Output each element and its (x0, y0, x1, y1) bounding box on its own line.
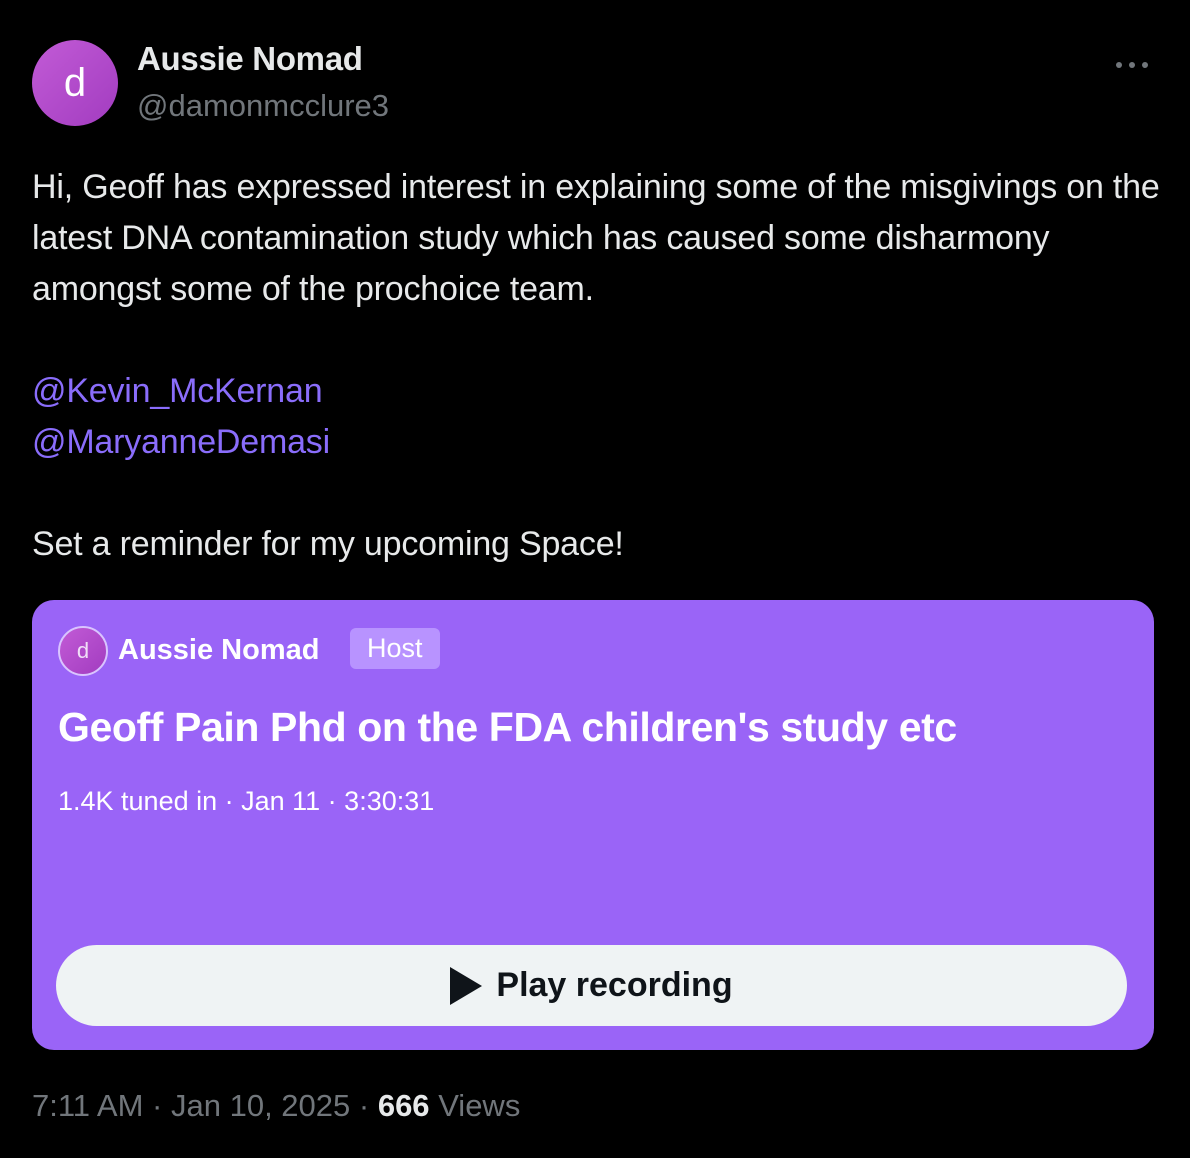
tweet: d Aussie Nomad @damonmcclure3 Hi, Geoff … (0, 0, 1190, 1158)
author-avatar[interactable]: d (32, 40, 118, 126)
space-title: Geoff Pain Phd on the FDA children's stu… (58, 704, 957, 750)
tweet-time[interactable]: 7:11 AM (32, 1088, 143, 1123)
play-recording-label: Play recording (496, 966, 733, 1004)
tweet-text: Hi, Geoff has expressed interest in expl… (32, 162, 1162, 570)
author-handle[interactable]: @damonmcclure3 (137, 88, 389, 124)
host-avatar-letter: d (76, 638, 90, 663)
mention-link[interactable]: @MaryanneDemasi (32, 417, 1162, 468)
play-icon (450, 966, 483, 1005)
tweet-meta: 7:11 AM · Jan 10, 2025 · 666 Views (32, 1088, 520, 1124)
host-name: Aussie Nomad (118, 634, 320, 666)
tweet-paragraph: Hi, Geoff has expressed interest in expl… (32, 168, 1160, 308)
host-avatar: d (58, 626, 108, 676)
more-options-button[interactable] (1112, 46, 1152, 82)
meta-separator: · (143, 1088, 171, 1123)
play-recording-button[interactable]: Play recording (56, 945, 1127, 1026)
tweet-date[interactable]: Jan 10, 2025 (171, 1088, 350, 1123)
mention-link[interactable]: @Kevin_McKernan (32, 366, 1162, 417)
author-name[interactable]: Aussie Nomad (137, 40, 363, 78)
avatar-letter: d (63, 61, 87, 105)
space-card[interactable]: d Aussie Nomad Host Geoff Pain Phd on th… (32, 600, 1154, 1050)
meta-separator: · (350, 1088, 378, 1123)
host-badge: Host (350, 628, 440, 669)
views-count: 666 (377, 1088, 430, 1123)
views-label: Views (438, 1088, 521, 1123)
space-meta: 1.4K tuned in · Jan 11 · 3:30:31 (58, 786, 435, 816)
reminder-text: Set a reminder for my upcoming Space! (32, 525, 624, 563)
